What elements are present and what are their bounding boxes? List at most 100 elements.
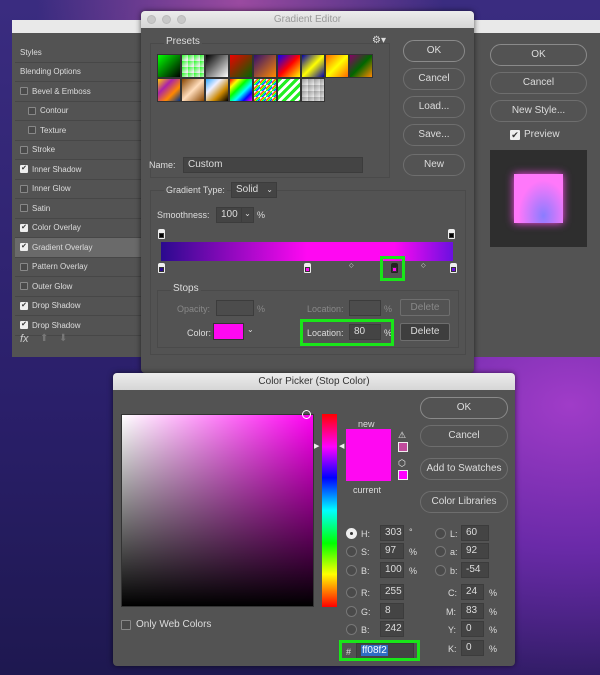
move-down-icon[interactable]: ⬇ — [59, 333, 67, 344]
lightness-input[interactable]: 60 — [461, 525, 489, 541]
new-style-button[interactable]: New Style... — [490, 100, 587, 122]
move-up-icon[interactable]: ⬆ — [40, 333, 48, 344]
preset-swatch[interactable] — [157, 54, 181, 78]
gradient-new-button[interactable]: New — [403, 154, 465, 176]
a-channel-input[interactable]: 92 — [461, 543, 489, 559]
unchecked-checkbox-icon[interactable] — [20, 87, 28, 96]
preview-checkbox[interactable]: ✔ Preview — [510, 129, 560, 140]
preset-swatch[interactable] — [205, 78, 229, 102]
checked-checkbox-icon[interactable]: ✔ — [20, 165, 28, 174]
gradient-name-input[interactable]: Custom — [183, 157, 363, 173]
unchecked-checkbox-icon[interactable] — [20, 262, 28, 271]
blue-radio[interactable] — [346, 624, 357, 635]
smoothness-dropdown[interactable]: ⌄ — [241, 207, 253, 223]
layer-style-item[interactable]: Satin — [15, 199, 145, 219]
layer-style-item[interactable]: Outer Glow — [15, 277, 145, 297]
hue-input[interactable]: 303 — [380, 525, 404, 541]
minimize-window-button[interactable] — [162, 15, 171, 24]
picker-ok-button[interactable]: OK — [420, 397, 508, 419]
checked-checkbox-icon[interactable]: ✔ — [20, 301, 28, 310]
unchecked-checkbox-icon[interactable] — [28, 106, 36, 115]
out-of-gamut-warning-icon[interactable]: ⚠ — [398, 430, 406, 441]
gradient-cancel-button[interactable]: Cancel — [403, 68, 465, 90]
saturation-input[interactable]: 97 — [380, 543, 404, 559]
checked-checkbox-icon[interactable]: ✔ — [20, 223, 28, 232]
unchecked-checkbox-icon[interactable] — [28, 126, 36, 135]
color-stop[interactable] — [157, 263, 165, 273]
a-channel-radio[interactable] — [435, 546, 446, 557]
color-libraries-button[interactable]: Color Libraries — [420, 491, 508, 513]
color-stop[interactable] — [303, 263, 311, 273]
layer-style-item[interactable]: ✔ Gradient Overlay — [15, 238, 145, 258]
gradient-ramp[interactable] — [161, 242, 453, 261]
layer-style-item[interactable]: Blending Options — [15, 62, 145, 82]
gamut-swatch[interactable] — [398, 442, 408, 452]
preset-swatch[interactable] — [325, 54, 349, 78]
brightness-input[interactable]: 100 — [380, 562, 404, 578]
preset-swatch[interactable] — [229, 54, 253, 78]
lightness-radio[interactable] — [435, 528, 446, 539]
layer-style-cancel-button[interactable]: Cancel — [490, 72, 587, 94]
color-dropdown-chevron-icon[interactable]: ⌄ — [247, 325, 254, 334]
layer-style-item[interactable]: Styles — [15, 43, 145, 63]
hue-radio[interactable] — [346, 528, 357, 539]
preset-swatch[interactable] — [157, 78, 181, 102]
gradient-type-select[interactable]: Solid ⌄ — [231, 182, 277, 198]
current-color-swatch[interactable] — [346, 455, 391, 481]
layer-style-item[interactable]: ✔ Drop Shadow — [15, 296, 145, 316]
picker-cancel-button[interactable]: Cancel — [420, 425, 508, 447]
layer-style-item[interactable]: Bevel & Emboss — [15, 82, 145, 102]
preset-swatch[interactable] — [181, 78, 205, 102]
preset-swatch[interactable] — [349, 54, 373, 78]
blue-input[interactable]: 242 — [380, 621, 404, 637]
preset-swatch[interactable] — [301, 54, 325, 78]
layer-style-ok-button[interactable]: OK — [490, 44, 587, 66]
gradient-load-button[interactable]: Load... — [403, 96, 465, 118]
hue-slider[interactable] — [322, 414, 337, 607]
opacity-stop-left[interactable] — [158, 229, 165, 239]
b-channel-input[interactable]: -54 — [461, 562, 489, 578]
stop-color-swatch[interactable] — [213, 323, 244, 340]
preset-swatch[interactable] — [229, 78, 253, 102]
hue-slider-right-handle[interactable]: ◀ — [339, 442, 344, 450]
zoom-window-button[interactable] — [177, 15, 186, 24]
preset-swatch[interactable] — [277, 54, 301, 78]
red-input[interactable]: 255 — [380, 584, 404, 600]
unchecked-checkbox-icon[interactable] — [20, 184, 28, 193]
layer-style-item[interactable]: Pattern Overlay — [15, 257, 145, 277]
preset-swatch[interactable] — [253, 78, 277, 102]
color-delete-button[interactable]: Delete — [400, 323, 450, 341]
hue-slider-left-handle[interactable]: ▶ — [314, 442, 319, 450]
preset-swatch[interactable] — [277, 78, 301, 102]
saturation-brightness-field[interactable] — [121, 414, 314, 607]
midpoint-diamond[interactable]: ◇ — [421, 262, 426, 269]
layer-style-item[interactable]: Inner Glow — [15, 179, 145, 199]
red-radio[interactable] — [346, 587, 357, 598]
black-input[interactable]: 0 — [461, 640, 484, 656]
yellow-input[interactable]: 0 — [461, 621, 484, 637]
layer-style-item[interactable]: Texture — [15, 121, 145, 141]
layer-style-item[interactable]: Contour — [15, 101, 145, 121]
checked-checkbox-icon[interactable]: ✔ — [20, 321, 28, 330]
layer-style-item[interactable]: ✔ Color Overlay — [15, 218, 145, 238]
only-web-colors-checkbox[interactable]: Only Web Colors — [121, 619, 211, 630]
preset-swatch[interactable] — [205, 54, 229, 78]
saturation-radio[interactable] — [346, 546, 357, 557]
add-to-swatches-button[interactable]: Add to Swatches — [420, 458, 508, 480]
unchecked-checkbox-icon[interactable] — [20, 204, 28, 213]
web-safe-swatch[interactable] — [398, 470, 408, 480]
close-window-button[interactable] — [147, 15, 156, 24]
opacity-stop-right[interactable] — [448, 229, 455, 239]
midpoint-diamond[interactable]: ◇ — [349, 262, 354, 269]
brightness-radio[interactable] — [346, 565, 357, 576]
preset-swatch[interactable] — [181, 54, 205, 78]
layer-style-item[interactable]: ✔ Drop Shadow — [15, 316, 145, 336]
magenta-input[interactable]: 83 — [461, 603, 484, 619]
checked-checkbox-icon[interactable]: ✔ — [20, 243, 28, 252]
fx-menu-button[interactable]: fx — [20, 333, 29, 345]
color-stop[interactable] — [449, 263, 457, 273]
unchecked-checkbox-icon[interactable] — [20, 282, 28, 291]
cyan-input[interactable]: 24 — [461, 584, 484, 600]
preset-swatch[interactable] — [301, 78, 325, 102]
green-input[interactable]: 8 — [380, 603, 404, 619]
